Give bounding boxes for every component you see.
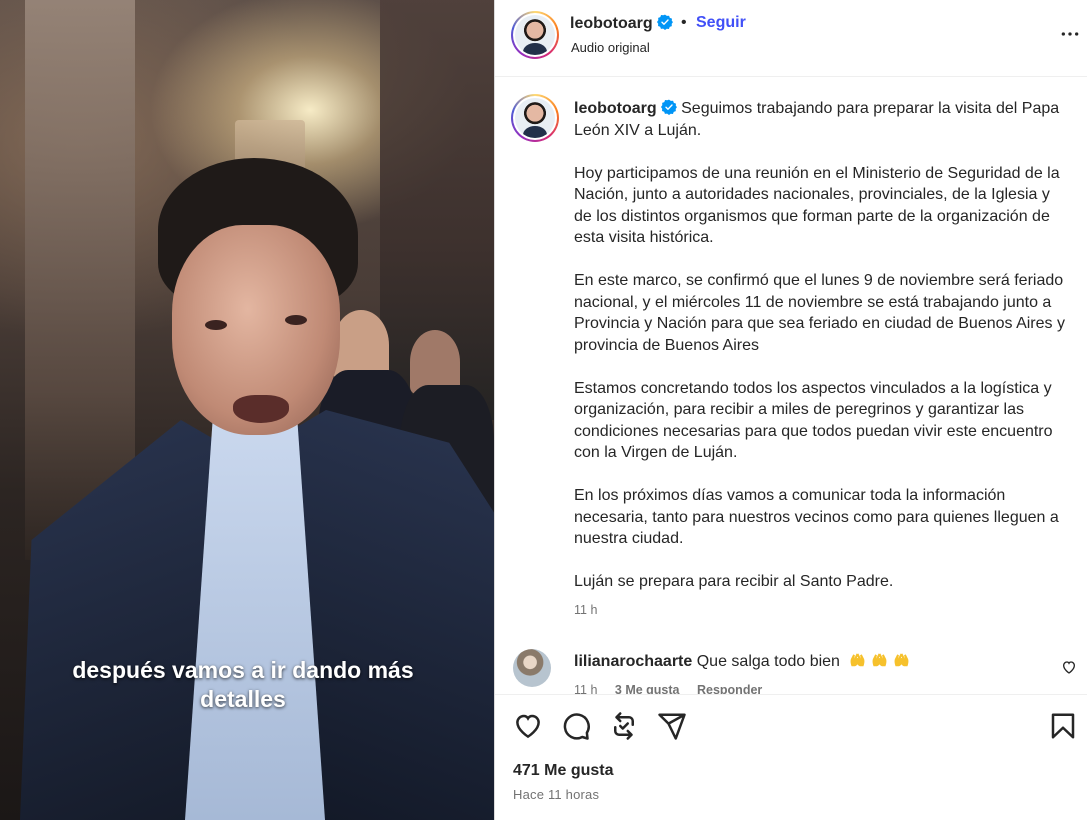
comments-scroll-area[interactable]: leobotoarg Seguimos trabajando para prep… (495, 78, 1087, 694)
repost-icon[interactable] (609, 711, 639, 741)
audio-link[interactable]: Audio original (571, 40, 650, 55)
video-subtitle-line: detalles (200, 686, 286, 712)
video-subtitle-line: después vamos a ir dando más (72, 657, 414, 683)
speaker-mouth (233, 395, 289, 423)
speaker-eye (285, 315, 307, 325)
heart-icon[interactable] (513, 711, 543, 741)
caption-username[interactable]: leobotoarg (574, 100, 657, 117)
author-username[interactable]: leobotoarg (570, 15, 653, 32)
caption-paragraph: En los próximos días vamos a comunicar t… (574, 487, 1059, 547)
caption-paragraph: leobotoarg Seguimos trabajando para prep… (574, 98, 1066, 141)
speaker-eye (205, 320, 227, 330)
follow-button[interactable]: Seguir (696, 14, 746, 32)
reply-button[interactable]: Responder (697, 683, 762, 694)
likes-count[interactable]: 471 Me gusta (513, 762, 613, 780)
commenter-username[interactable]: lilianarochaarte (574, 653, 692, 670)
raising-hands-icon (894, 653, 909, 667)
comment-like-heart-icon[interactable] (1061, 659, 1077, 675)
comment-meta: 11 h 3 Me gusta Responder (574, 683, 776, 694)
share-icon[interactable] (657, 711, 687, 741)
comment: lilianarochaarte Que salga todo bien (574, 651, 910, 671)
caption-paragraph: Luján se prepara para recibir al Santo P… (574, 573, 894, 590)
more-options-icon[interactable] (1059, 24, 1081, 44)
reel-video[interactable]: después vamos a ir dando más detalles (0, 0, 494, 820)
bookmark-icon[interactable] (1048, 711, 1078, 741)
video-subtitle: después vamos a ir dando más detalles (0, 656, 486, 714)
post-panel: leobotoarg • Seguir Audio original leobo… (495, 0, 1087, 820)
comment-icon[interactable] (561, 711, 591, 741)
comment-timestamp[interactable]: 11 h (574, 683, 597, 694)
comment-likes[interactable]: 3 Me gusta (615, 683, 680, 694)
raising-hands-icon (872, 653, 887, 667)
verified-badge-icon (656, 14, 673, 30)
post-caption: leobotoarg Seguimos trabajando para prep… (574, 98, 1066, 614)
comment-text: Que salga todo bien (696, 653, 840, 670)
author-avatar[interactable] (511, 11, 559, 59)
caption-timestamp[interactable]: 11 h (574, 603, 597, 617)
author-username-wrap: leobotoarg (570, 14, 673, 33)
commenter-avatar[interactable] (513, 649, 551, 687)
caption-author-avatar[interactable] (511, 94, 559, 142)
post-time[interactable]: Hace 11 horas (513, 787, 599, 802)
caption-paragraph: Estamos concretando todos los aspectos v… (574, 379, 1053, 462)
separator-dot: • (681, 14, 687, 31)
verified-badge-icon (660, 99, 677, 115)
caption-paragraph: En este marco, se confirmó que el lunes … (574, 272, 1065, 354)
raising-hands-icon (850, 653, 865, 667)
caption-paragraph: Hoy participamos de una reunión en el Mi… (574, 164, 1060, 247)
actions-divider (495, 694, 1087, 695)
post-header: leobotoarg • Seguir Audio original (495, 0, 1087, 77)
